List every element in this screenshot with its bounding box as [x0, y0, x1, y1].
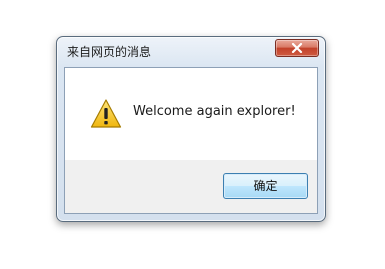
alert-dialog: 来自网页的消息 Welcome again explorer! 确定: [56, 36, 326, 222]
title-bar[interactable]: 来自网页的消息: [57, 37, 325, 65]
close-icon: [291, 43, 303, 53]
warning-icon: [90, 99, 122, 128]
dialog-body: Welcome again explorer! 确定: [64, 67, 318, 214]
ok-button[interactable]: 确定: [223, 173, 308, 199]
close-button[interactable]: [275, 39, 319, 57]
message-area: Welcome again explorer!: [65, 68, 317, 160]
message-text: Welcome again explorer!: [133, 104, 296, 119]
window-title: 来自网页的消息: [67, 45, 152, 59]
